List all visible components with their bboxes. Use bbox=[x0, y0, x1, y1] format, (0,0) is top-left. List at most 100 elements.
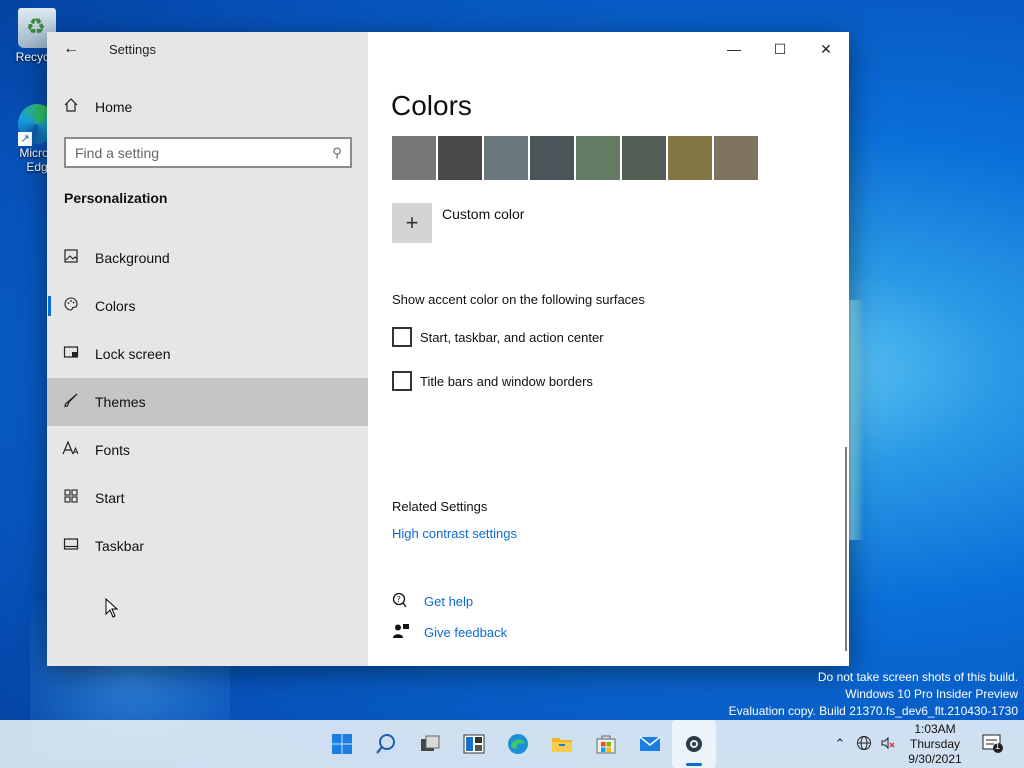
nav-item-label: Start bbox=[95, 490, 125, 506]
taskbar-apps bbox=[320, 720, 716, 768]
checkbox[interactable] bbox=[392, 371, 412, 391]
lock-screen-icon bbox=[47, 344, 95, 365]
nav-item-label: Background bbox=[95, 250, 170, 266]
clock[interactable]: 1:03AM Thursday 9/30/2021 bbox=[904, 722, 966, 767]
taskbar-search-button[interactable] bbox=[364, 720, 408, 768]
nav-list: Background Colors Lock screen Themes Fon… bbox=[47, 234, 368, 570]
caption-buttons: — ☐ ✕ bbox=[711, 32, 849, 66]
taskbar: ⌃ 1:03AM Thursday 9/30/2021 1 bbox=[0, 720, 1024, 768]
color-swatch[interactable] bbox=[576, 136, 620, 180]
search-icon[interactable]: ⚲ bbox=[324, 145, 350, 161]
surfaces-label: Show accent color on the following surfa… bbox=[392, 292, 645, 307]
nav-item-label: Lock screen bbox=[95, 346, 171, 362]
nav-item-lock-screen[interactable]: Lock screen bbox=[47, 330, 368, 378]
nav-item-themes[interactable]: Themes bbox=[47, 378, 368, 426]
color-swatches bbox=[392, 136, 758, 180]
nav-home[interactable]: Home bbox=[47, 90, 368, 124]
notification-center-button[interactable]: 1 bbox=[982, 734, 1004, 754]
high-contrast-link[interactable]: High contrast settings bbox=[392, 526, 517, 541]
search-box[interactable]: ⚲ bbox=[64, 137, 352, 168]
edge-icon bbox=[508, 734, 528, 754]
language-globe-icon[interactable] bbox=[852, 735, 876, 754]
give-feedback-link[interactable]: Give feedback bbox=[424, 625, 507, 640]
nav-item-background[interactable]: Background bbox=[47, 234, 368, 282]
scrollbar[interactable] bbox=[845, 447, 847, 651]
windows-start-icon bbox=[332, 734, 352, 754]
volume-muted-icon[interactable] bbox=[876, 735, 900, 754]
nav-item-fonts[interactable]: Fonts bbox=[47, 426, 368, 474]
build-watermark: Do not take screen shots of this build. … bbox=[729, 669, 1018, 720]
home-icon bbox=[47, 97, 95, 118]
nav-item-label: Themes bbox=[95, 394, 146, 410]
taskbar-widgets-button[interactable] bbox=[452, 720, 496, 768]
get-help-row[interactable]: ? Get help bbox=[392, 592, 473, 611]
watermark-line: Evaluation copy. Build 21370.fs_dev6_flt… bbox=[728, 704, 1018, 718]
color-swatch[interactable] bbox=[484, 136, 528, 180]
nav-item-taskbar[interactable]: Taskbar bbox=[47, 522, 368, 570]
clock-date: 9/30/2021 bbox=[908, 752, 962, 766]
taskbar-start-button[interactable] bbox=[320, 720, 364, 768]
taskbar-settings-button[interactable] bbox=[672, 720, 716, 768]
taskbar-store-button[interactable] bbox=[584, 720, 628, 768]
settings-window: ← Settings Home ⚲ Personalization Backgr… bbox=[47, 32, 849, 666]
feedback-icon bbox=[392, 623, 410, 642]
notification-count: 1 bbox=[995, 741, 1001, 751]
close-button[interactable]: ✕ bbox=[803, 32, 849, 66]
store-icon bbox=[596, 735, 616, 754]
search-input[interactable] bbox=[66, 144, 324, 161]
notification-icon bbox=[982, 734, 1003, 753]
nav-item-label: Fonts bbox=[95, 442, 131, 458]
color-swatch[interactable] bbox=[438, 136, 482, 180]
minimize-button[interactable]: — bbox=[711, 32, 757, 66]
window-title: Settings bbox=[109, 41, 156, 57]
checkbox-label: Start, taskbar, and action center bbox=[420, 329, 604, 345]
file-explorer-icon bbox=[552, 738, 572, 752]
nav-item-start[interactable]: Start bbox=[47, 474, 368, 522]
checkbox[interactable] bbox=[392, 327, 412, 347]
help-chat-icon: ? bbox=[392, 592, 410, 611]
sidebar: ← Settings Home ⚲ Personalization Backgr… bbox=[47, 32, 368, 666]
checkbox-start-taskbar[interactable]: Start, taskbar, and action center bbox=[392, 327, 604, 347]
custom-color-button[interactable]: + Custom color bbox=[392, 203, 524, 243]
color-swatch[interactable] bbox=[714, 136, 758, 180]
settings-icon bbox=[686, 736, 702, 752]
custom-color-label: Custom color bbox=[442, 206, 525, 222]
taskbar-task-view-button[interactable] bbox=[408, 720, 452, 768]
taskbar-mail-button[interactable] bbox=[628, 720, 672, 768]
section-title: Personalization bbox=[64, 190, 168, 206]
maximize-button[interactable]: ☐ bbox=[757, 32, 803, 66]
widgets-icon bbox=[463, 734, 485, 754]
checkbox-title-bars[interactable]: Title bars and window borders bbox=[392, 371, 593, 391]
taskbar-file-explorer-button[interactable] bbox=[540, 720, 584, 768]
content-pane: — ☐ ✕ Colors + Custom color Show accent … bbox=[368, 32, 849, 666]
back-button[interactable]: ← bbox=[47, 32, 95, 66]
color-swatch[interactable] bbox=[530, 136, 574, 180]
color-swatch[interactable] bbox=[668, 136, 712, 180]
fonts-icon bbox=[47, 439, 95, 461]
start-icon bbox=[47, 488, 95, 509]
get-help-link[interactable]: Get help bbox=[424, 594, 473, 609]
nav-item-colors[interactable]: Colors bbox=[47, 282, 368, 330]
taskbar-icon bbox=[47, 536, 95, 557]
clock-time: 1:03AM bbox=[914, 722, 956, 736]
title-bar: ← Settings bbox=[47, 32, 368, 66]
taskbar-edge-button[interactable] bbox=[496, 720, 540, 768]
page-title: Colors bbox=[391, 90, 472, 121]
task-view-icon bbox=[421, 735, 440, 751]
mouse-cursor bbox=[105, 598, 119, 618]
related-settings-heading: Related Settings bbox=[392, 499, 488, 514]
mail-icon bbox=[639, 736, 661, 751]
svg-text:?: ? bbox=[397, 595, 401, 604]
nav-item-label: Colors bbox=[95, 298, 136, 314]
system-tray: ⌃ bbox=[828, 720, 900, 768]
give-feedback-row[interactable]: Give feedback bbox=[392, 623, 507, 642]
color-swatch[interactable] bbox=[392, 136, 436, 180]
search-icon bbox=[376, 734, 395, 754]
color-swatch[interactable] bbox=[622, 136, 666, 180]
plus-icon: + bbox=[392, 203, 432, 243]
chevron-up-icon[interactable]: ⌃ bbox=[828, 736, 852, 752]
watermark-line: Do not take screen shots of this build. bbox=[817, 670, 1018, 684]
nav-item-label: Taskbar bbox=[95, 538, 145, 554]
nav-home-label: Home bbox=[95, 99, 133, 115]
palette-icon bbox=[47, 296, 95, 317]
